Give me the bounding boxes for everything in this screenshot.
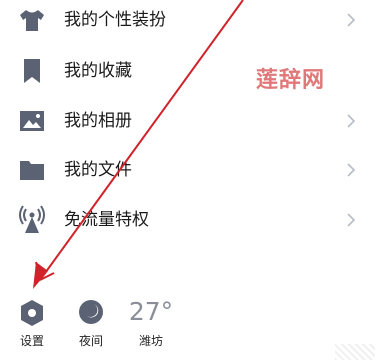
image-icon [20, 111, 44, 131]
chevron-right-icon [347, 213, 356, 227]
menu-item-label: 免流量特权 [64, 210, 149, 230]
settings-label: 设置 [19, 334, 44, 348]
hexagon-gear-icon [21, 300, 43, 326]
chevron-right-icon [347, 13, 356, 27]
menu-item-personal-style[interactable]: 我的个性装扮 [0, 0, 379, 45]
city-label: 潍坊 [138, 334, 163, 348]
signal-tower-icon [19, 205, 45, 233]
folder-icon [20, 161, 44, 180]
moon-icon [79, 300, 103, 324]
chevron-right-icon [347, 114, 356, 128]
menu-item-data-free[interactable]: 免流量特权 [0, 195, 379, 245]
settings-button[interactable]: 设置 [2, 292, 62, 349]
menu-item-label: 我的相册 [64, 111, 132, 131]
chevron-right-icon [347, 163, 356, 177]
menu-item-album[interactable]: 我的相册 [0, 96, 379, 146]
corner-watermark [335, 344, 375, 360]
menu-item-files[interactable]: 我的文件 [0, 145, 379, 195]
bottom-bar: 设置 夜间 27° 潍坊 [0, 292, 379, 364]
menu-item-label: 我的收藏 [64, 61, 132, 81]
watermark-text: 莲辞网 [256, 68, 326, 93]
shirt-icon [20, 10, 44, 31]
bookmark-icon [24, 59, 40, 83]
menu-item-label: 我的文件 [64, 160, 132, 180]
weather-widget[interactable]: 27° 潍坊 [121, 292, 181, 349]
menu-item-label: 我的个性装扮 [64, 10, 166, 30]
night-mode-label: 夜间 [78, 334, 103, 348]
temperature-value: 27° [128, 297, 174, 326]
night-mode-button[interactable]: 夜间 [61, 292, 121, 349]
